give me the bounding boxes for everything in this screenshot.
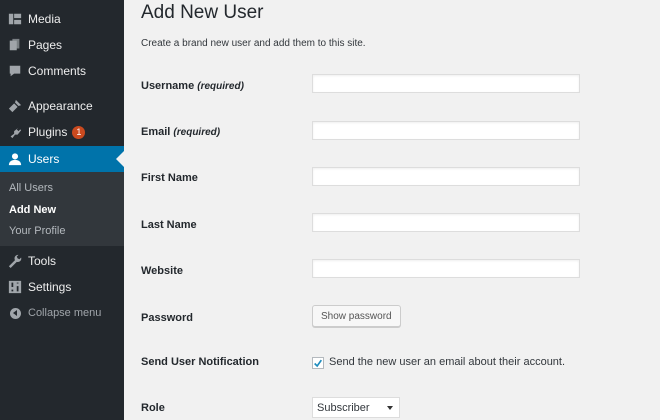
role-selected-value: Subscriber <box>317 401 370 414</box>
sidebar-item-media[interactable]: Media <box>0 6 124 32</box>
sidebar-item-plugins[interactable]: Plugins 1 <box>0 119 124 145</box>
submenu-all-users[interactable]: All Users <box>9 182 53 194</box>
role-label: Role <box>141 402 165 414</box>
sidebar-item-tools[interactable]: Tools <box>0 248 124 274</box>
send-notification-checkbox[interactable] <box>312 357 324 369</box>
comments-icon <box>8 64 22 78</box>
sidebar-item-pages[interactable]: Pages <box>0 32 124 58</box>
website-label: Website <box>141 265 183 277</box>
submenu-add-new[interactable]: Add New <box>9 204 56 216</box>
admin-sidebar: Media Pages Comments Appearance Plugins … <box>0 0 124 420</box>
email-input[interactable] <box>312 121 580 140</box>
sidebar-item-comments[interactable]: Comments <box>0 58 124 84</box>
current-menu-arrow <box>116 151 124 167</box>
tools-icon <box>8 254 22 268</box>
sidebar-item-label: Plugins <box>28 125 68 139</box>
collapse-menu-label: Collapse menu <box>28 307 102 319</box>
page-description: Create a brand new user and add them to … <box>141 38 366 49</box>
sidebar-item-settings[interactable]: Settings <box>0 274 124 300</box>
show-password-button[interactable]: Show password <box>312 305 401 327</box>
sidebar-item-label: Media <box>28 12 61 26</box>
required-note: (required) <box>173 127 221 138</box>
appearance-icon <box>8 99 22 113</box>
sidebar-item-label: Appearance <box>28 99 93 113</box>
website-input[interactable] <box>312 259 580 278</box>
pages-icon <box>8 38 22 52</box>
first-name-label: First Name <box>141 172 198 184</box>
collapse-icon <box>8 306 22 320</box>
sidebar-item-label: Users <box>28 152 60 166</box>
users-icon <box>8 152 22 166</box>
required-note: (required) <box>197 81 244 92</box>
sidebar-item-appearance[interactable]: Appearance <box>0 93 124 119</box>
media-icon <box>8 12 22 26</box>
sidebar-item-users[interactable]: Users <box>0 146 124 172</box>
plugins-update-badge: 1 <box>72 125 86 139</box>
users-submenu: All Users Add New Your Profile <box>0 172 124 246</box>
submenu-your-profile[interactable]: Your Profile <box>9 225 65 237</box>
username-input[interactable] <box>312 74 580 93</box>
plugins-icon <box>8 125 22 139</box>
notification-label: Send User Notification <box>141 356 259 368</box>
password-label: Password <box>141 312 193 324</box>
sidebar-item-label: Tools <box>28 254 57 268</box>
checkmark-icon <box>314 359 323 367</box>
chevron-down-icon <box>387 406 393 410</box>
sidebar-item-label: Pages <box>28 38 63 52</box>
last-name-input[interactable] <box>312 213 580 232</box>
notification-text: Send the new user an email about their a… <box>329 356 566 368</box>
page-title: Add New User <box>141 2 264 23</box>
settings-icon <box>8 280 22 294</box>
sidebar-item-label: Comments <box>28 64 87 78</box>
sidebar-item-label: Settings <box>28 280 72 294</box>
username-label: Username (required) <box>141 80 244 92</box>
email-label: Email (required) <box>141 126 221 138</box>
last-name-label: Last Name <box>141 219 197 231</box>
role-select[interactable]: Subscriber <box>312 397 400 418</box>
first-name-input[interactable] <box>312 167 580 186</box>
collapse-menu-button[interactable]: Collapse menu <box>0 300 124 326</box>
